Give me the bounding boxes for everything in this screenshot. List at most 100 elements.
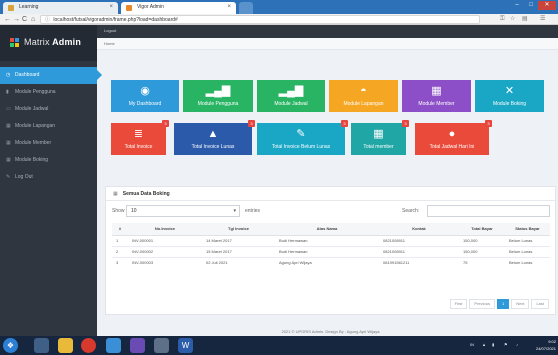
tile-total-invoice-belum-lunas[interactable]: ✎ Total Invoice Belum Lunas 3 [257,120,348,155]
pencil-icon: ✎ [296,128,306,140]
pager-previous-button[interactable]: Previous [469,299,495,309]
tab-vigor-admin[interactable]: Vigor Admin × [121,2,236,14]
sidebar-item-label: Module Boking [15,157,49,163]
tile-badge: 3 [402,120,409,127]
word-icon[interactable]: W [178,338,193,353]
search-input[interactable] [427,205,550,217]
tab-favicon-icon [8,5,14,11]
table-cell: Belum Lunas [505,256,550,268]
column-header[interactable]: Tgl Invoice [202,223,275,236]
sidebar-item-dashboard[interactable]: ◷ Dashboard [0,67,102,84]
tile-label: Module Pengguna [197,101,239,107]
table-cell: 1 [112,234,128,246]
key-icon[interactable]: ⚿ [500,15,505,24]
main-content: ◉ My Dashboard ▂▄▇ Module Pengguna ▂▄▇ M… [97,50,558,336]
tile-module-member[interactable]: ▦ Module Member [402,80,471,112]
sidebar-item-log-out[interactable]: ✎ Log Out [0,169,97,186]
table-cell: 081991561211 [379,256,459,268]
app-icon[interactable] [130,338,145,353]
breadcrumb-home[interactable]: Home [104,41,115,46]
window-maximize-button[interactable]: □ [524,1,538,10]
dashboard-icon: ◉ [140,85,150,97]
flag-icon[interactable]: ⚑ [504,342,508,347]
sidebar-item-label: Module Pengguna [15,89,56,95]
reload-icon[interactable]: C [22,15,27,24]
pager-last-button[interactable]: Last [531,299,549,309]
new-tab-button[interactable] [239,2,253,14]
app-icon[interactable] [154,338,169,353]
bar-chart-icon: ▂▄▇ [278,85,304,97]
language-indicator[interactable]: IN [470,342,474,347]
grid-icon: ▦ [6,123,11,129]
table-cell: 3 [112,256,128,268]
drop-icon: ▲ [207,128,219,140]
tile-module-pengguna[interactable]: ▂▄▇ Module Pengguna [183,80,253,112]
sidebar-item-module-jadwal[interactable]: ▭ Module Jadwal [0,101,97,118]
column-header[interactable]: Kontak [379,223,459,236]
extension-icon[interactable]: ▤ [522,15,528,24]
site-info-icon[interactable]: ⓘ [45,17,50,23]
start-button-icon[interactable]: ❖ [3,338,18,353]
sidebar-item-module-pengguna[interactable]: ▮ Module Pengguna [0,84,97,101]
boking-table: # No.Invoice Tgl Invoice Atas Nama Konta… [112,223,550,268]
window-close-button[interactable]: ✕ [538,1,556,10]
tile-module-lapangan[interactable]: ◓ Module Lapangan [329,80,398,112]
tile-module-boking[interactable]: ✕ Module Boking [475,80,544,112]
column-header[interactable]: Atas Nama [275,223,379,236]
tile-module-jadwal[interactable]: ▂▄▇ Module Jadwal [257,80,325,112]
sidebar-item-module-boking[interactable]: ▦ Module Boking [0,152,97,169]
table-cell: Budi Hermawan [275,234,379,246]
browser-app-icon[interactable] [81,338,96,353]
forward-icon[interactable]: → [13,15,20,24]
tile-total-invoice-lunas[interactable]: ▲ Total Invoice Lunas 3 [174,120,255,155]
tab-label: Learning [19,4,39,10]
tray-arrow-icon[interactable]: ▲ [482,342,486,347]
column-header[interactable]: Total Bayar [459,223,505,236]
sidebar-item-module-lapangan[interactable]: ▦ Module Lapangan [0,118,97,135]
table-header-row: # No.Invoice Tgl Invoice Atas Nama Konta… [112,223,550,236]
back-icon[interactable]: ← [4,15,11,24]
column-header[interactable]: Status Bayar [505,223,550,236]
app-icon[interactable] [106,338,121,353]
url-input[interactable]: ⓘ localhost/futsal/vigoradmin/frame.php?… [40,15,480,24]
grid-icon: ▦ [6,140,11,146]
tile-badge: 3 [248,120,255,127]
sidebar-item-module-member[interactable]: ▦ Module Member [0,135,97,152]
bookmark-star-icon[interactable]: ☆ [510,15,515,24]
tab-learning[interactable]: Learning × [3,2,118,14]
table-cell: 14 Maret 2017 [202,234,275,246]
browser-menu-icon[interactable]: ☰ [540,15,545,24]
search-label: Search: [402,208,420,214]
window-minimize-button[interactable]: – [510,1,524,10]
tab-label: Vigor Admin [137,4,164,10]
brand-name: Matrix Admin [24,37,82,47]
tile-badge: 3 [485,120,492,127]
tile-label: Module Boking [492,101,527,107]
tab-close-icon[interactable]: × [109,4,113,10]
browser-tab-bar: Learning × Vigor Admin × – □ ✕ [0,0,558,14]
sidebar-item-label: Log Out [15,174,33,180]
logout-link[interactable]: Logout [104,28,116,33]
tab-close-icon[interactable]: × [227,4,231,10]
taskbar-clock[interactable]: 9:02 24/07/2021 [530,338,556,352]
network-icon[interactable]: ▮ [492,342,494,347]
file-explorer-icon[interactable] [58,338,73,353]
entries-select[interactable]: 10 ▾ [126,205,240,217]
column-header[interactable]: # [112,223,128,236]
tile-total-jadwal-hari-ini[interactable]: ● Total Jadwal Hari Ini 3 [415,120,492,155]
home-icon[interactable]: ⌂ [31,15,35,24]
tile-total-member[interactable]: ▦ Total member 3 [351,120,409,155]
page-footer: 2021 © UPGRIS Admin. Design By : Agung A… [281,329,380,334]
volume-icon[interactable]: ♪ [516,342,518,347]
tile-total-invoice[interactable]: ≣ Total Invoice 3 [111,120,169,155]
top-bar: Logout [97,25,558,38]
brand-logo[interactable]: Matrix Admin [0,25,97,61]
pager-page-1-button[interactable]: 1 [496,299,510,309]
tile-my-dashboard[interactable]: ◉ My Dashboard [111,80,179,112]
column-header[interactable]: No.Invoice [128,223,202,236]
pager-first-button[interactable]: First [449,299,468,309]
tile-badge: 3 [162,120,169,127]
address-bar-row: ← → C ⌂ ⓘ localhost/futsal/vigoradmin/fr… [0,14,558,25]
pager-next-button[interactable]: Next [511,299,530,309]
desktop-icon[interactable] [34,338,49,353]
